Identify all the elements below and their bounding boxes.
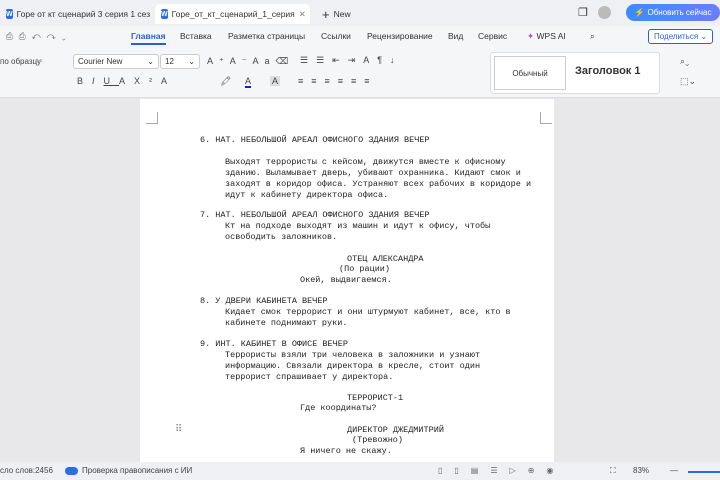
tab-layout[interactable]: Разметка страницы — [228, 31, 305, 41]
document-line: Террористы взяли три человека в заложник… — [225, 350, 481, 360]
text-format-buttons[interactable]: BIUAX²A — [77, 76, 176, 86]
zoom-level[interactable]: 83% — [633, 466, 649, 475]
update-button[interactable]: ⚡ Обновить сейчас — [626, 4, 720, 21]
tab-tools[interactable]: Сервис — [478, 31, 507, 41]
document-line: заходят в коридор офиса. Устраняют всех … — [225, 179, 532, 189]
window-icon[interactable]: ❐ — [578, 6, 588, 19]
find-icon[interactable]: ⌕⌄ — [680, 56, 689, 67]
highlight-icon[interactable]: 🖍 — [220, 76, 231, 87]
document-line: (Тревожно) — [352, 435, 404, 445]
new-tab-button[interactable]: + New — [316, 4, 357, 24]
document-line: 8. У ДВЕРИ КАБИНЕТА ВЕЧЕР — [200, 296, 328, 306]
tab-document-1[interactable]: W Горе от кт сценарий 3 серия 1 сезон — [0, 4, 150, 24]
status-bar: сло слов:2456 Проверка правописания с ИИ… — [0, 462, 720, 480]
sparkle-icon: ✦ — [527, 31, 535, 41]
view-mode-buttons[interactable]: ▯▯▤☰▷⊕◉ — [438, 466, 565, 475]
word-count[interactable]: сло слов:2456 — [0, 466, 53, 475]
plus-icon: + — [322, 6, 330, 22]
document-line: 7. НАТ. НЕБОЛЬШОЙ АРЕАЛ ОФИСНОГО ЗДАНИЯ … — [200, 210, 430, 220]
document-line: ОТЕЦ АЛЕКСАНДРА — [347, 254, 424, 264]
margin-mark — [540, 112, 552, 124]
document-line: информацию. Связали директора в кресле, … — [225, 361, 481, 371]
document-line: террорист спрашивает у директора. — [225, 372, 394, 382]
drag-handle-icon[interactable]: ⠿ — [175, 424, 182, 435]
list-buttons[interactable]: ☰☰⇤⇥A¶↓ — [300, 55, 403, 66]
shading-icon[interactable]: A — [270, 76, 281, 86]
document-line: кабинете поднимают руки. — [225, 318, 348, 328]
tab-bar: W Горе от кт сценарий 3 серия 1 сезон W Го… — [0, 0, 720, 26]
close-icon[interactable]: ✕ — [299, 9, 306, 20]
word-icon: W — [6, 9, 13, 19]
tab-review[interactable]: Рецензирование — [367, 31, 433, 41]
document-line: (По рации) — [339, 264, 391, 274]
tab-home[interactable]: Главная — [131, 31, 166, 45]
document-line: 9. ИНТ. КАБИНЕТ В ОФИСЕ ВЕЧЕР — [200, 339, 348, 349]
spellcheck-label: Проверка правописания с ИИ — [82, 466, 193, 475]
zoom-slider[interactable] — [688, 471, 720, 473]
zoom-out-button[interactable]: — — [670, 466, 678, 475]
document-line: идут к кабинету директора офиса. — [225, 190, 389, 200]
quick-access-icons[interactable]: ⎙⎙↶↷⌄ — [6, 31, 72, 42]
document-line: Кидает смок террорист и они штурмуют каб… — [225, 307, 511, 317]
style-normal[interactable]: Обычный — [494, 56, 566, 90]
document-line: Выходят террористы с кейсом, движутся вм… — [225, 157, 506, 167]
font-color-icon[interactable]: A — [245, 76, 252, 88]
tab-references[interactable]: Ссылки — [321, 31, 351, 41]
cut-icon[interactable]: ✂ — [36, 56, 44, 67]
document-line: ТЕРРОРИСТ-1 — [347, 393, 404, 403]
lightning-icon: ⚡ — [634, 8, 645, 17]
wps-ai-button[interactable]: ✦ WPS AI — [527, 31, 566, 42]
document-line: 6. НАТ. НЕБОЛЬШОЙ АРЕАЛ ОФИСНОГО ЗДАНИЯ … — [200, 135, 430, 145]
avatar[interactable] — [598, 6, 611, 19]
style-heading-1[interactable]: Заголовок 1 — [575, 65, 640, 77]
align-buttons[interactable]: ≡≡≡≡≡≡ — [298, 76, 378, 86]
share-button[interactable]: Поделиться ⌄ — [648, 29, 714, 44]
document-line: Где координаты? — [300, 403, 377, 413]
font-tools[interactable]: A⁺A⁻Aa⌫ — [207, 56, 294, 67]
spellcheck-toggle[interactable] — [65, 467, 78, 475]
select-icon[interactable]: ⬚⌄ — [680, 76, 696, 87]
search-icon[interactable]: ⌕ — [590, 31, 595, 42]
fit-icon[interactable]: ⛶ — [610, 466, 616, 476]
tab-document-2[interactable]: W Горе_от_кт_сценарий_1_серия ✕ — [155, 4, 310, 24]
document-line: освободить заложников. — [225, 232, 338, 242]
font-size-select[interactable]: 12 ⌄ — [160, 54, 200, 69]
margin-mark — [146, 112, 158, 124]
menu-bar: ⎙⎙↶↷⌄ Главная Вставка Разметка страницы … — [0, 26, 720, 48]
word-icon: W — [161, 9, 168, 19]
document-line: зданию. Выламывает дверь, убивают охранн… — [225, 168, 521, 178]
font-select[interactable]: Courier New ⌄ — [73, 54, 159, 69]
document-line: Кт на подходе выходят из машин и идут к … — [225, 221, 491, 231]
document-line: ДИРЕКТОР ДЖЕДМИТРИЙ — [347, 425, 444, 435]
format-painter-button[interactable]: по образцу — [0, 57, 41, 66]
styles-gallery: Обычный Заголовок 1 — [490, 52, 660, 94]
document-line: Окей, выдвигаемся. — [300, 275, 392, 285]
tab-insert[interactable]: Вставка — [180, 31, 212, 41]
tab-view[interactable]: Вид — [448, 31, 463, 41]
ribbon: по образцу ✂ Courier New ⌄ 12 ⌄ A⁺A⁻Aa⌫ BI… — [0, 48, 720, 98]
document-line: Я ничего не скажу. — [300, 446, 392, 456]
